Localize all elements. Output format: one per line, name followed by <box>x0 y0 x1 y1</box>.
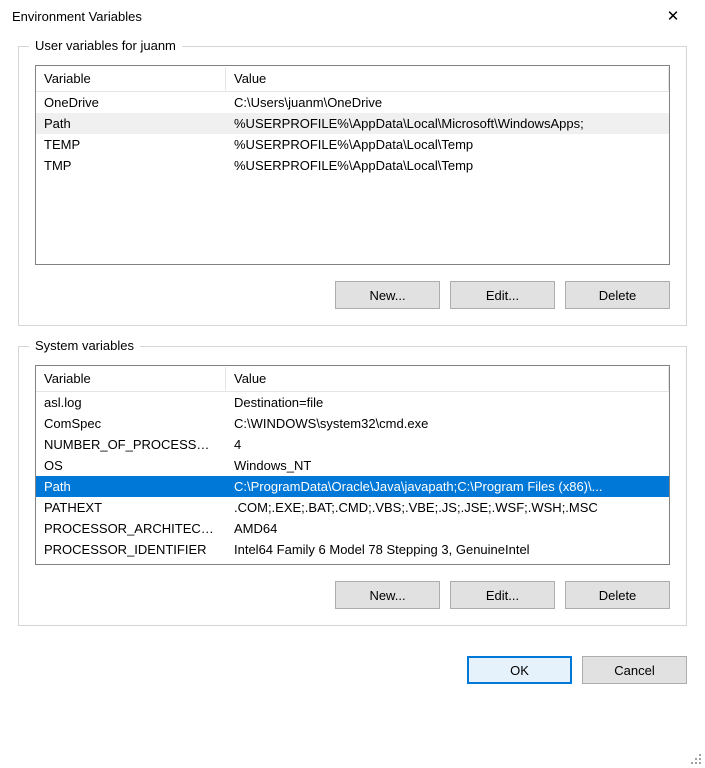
list-header: Variable Value <box>36 66 669 92</box>
column-header-value[interactable]: Value <box>226 67 669 90</box>
table-row[interactable]: NUMBER_OF_PROCESSORS4 <box>36 434 669 455</box>
column-header-variable[interactable]: Variable <box>36 367 226 390</box>
user-edit-button[interactable]: Edit... <box>450 281 555 309</box>
column-header-value[interactable]: Value <box>226 367 669 390</box>
user-variables-group: User variables for juanm Variable Value … <box>18 46 687 326</box>
table-row[interactable]: TMP%USERPROFILE%\AppData\Local\Temp <box>36 155 669 176</box>
list-header: Variable Value <box>36 366 669 392</box>
cell-value: .COM;.EXE;.BAT;.CMD;.VBS;.VBE;.JS;.JSE;.… <box>226 497 669 518</box>
cell-value: 4 <box>226 434 669 455</box>
table-row[interactable]: OSWindows_NT <box>36 455 669 476</box>
user-delete-button[interactable]: Delete <box>565 281 670 309</box>
cell-value: %USERPROFILE%\AppData\Local\Temp <box>226 134 669 155</box>
table-row[interactable]: PathC:\ProgramData\Oracle\Java\javapath;… <box>36 476 669 497</box>
cell-value: Destination=file <box>226 392 669 413</box>
user-new-button[interactable]: New... <box>335 281 440 309</box>
cell-variable: PROCESSOR_ARCHITECTU... <box>36 518 226 539</box>
cancel-button[interactable]: Cancel <box>582 656 687 684</box>
window-title: Environment Variables <box>12 9 651 24</box>
cell-value: C:\WINDOWS\system32\cmd.exe <box>226 413 669 434</box>
user-group-label: User variables for juanm <box>29 38 182 53</box>
cell-variable: OS <box>36 455 226 476</box>
cell-variable: OneDrive <box>36 92 226 113</box>
user-buttons-row: New... Edit... Delete <box>35 281 670 309</box>
table-row[interactable]: PROCESSOR_ARCHITECTU...AMD64 <box>36 518 669 539</box>
table-row[interactable]: ComSpecC:\WINDOWS\system32\cmd.exe <box>36 413 669 434</box>
table-row[interactable]: TEMP%USERPROFILE%\AppData\Local\Temp <box>36 134 669 155</box>
cell-value: Windows_NT <box>226 455 669 476</box>
system-delete-button[interactable]: Delete <box>565 581 670 609</box>
titlebar: Environment Variables ✕ <box>0 0 705 32</box>
cell-variable: TEMP <box>36 134 226 155</box>
ok-button[interactable]: OK <box>467 656 572 684</box>
cell-variable: PROCESSOR_IDENTIFIER <box>36 539 226 560</box>
cell-value: %USERPROFILE%\AppData\Local\Temp <box>226 155 669 176</box>
cell-variable: TMP <box>36 155 226 176</box>
system-new-button[interactable]: New... <box>335 581 440 609</box>
cell-variable: PATHEXT <box>36 497 226 518</box>
dialog-buttons-row: OK Cancel <box>0 656 705 698</box>
column-header-variable[interactable]: Variable <box>36 67 226 90</box>
dialog-content: User variables for juanm Variable Value … <box>0 32 705 656</box>
table-row[interactable]: PROCESSOR_IDENTIFIERIntel64 Family 6 Mod… <box>36 539 669 560</box>
cell-variable: ComSpec <box>36 413 226 434</box>
close-icon[interactable]: ✕ <box>651 7 695 25</box>
cell-value: Intel64 Family 6 Model 78 Stepping 3, Ge… <box>226 539 669 560</box>
table-row[interactable]: Path%USERPROFILE%\AppData\Local\Microsof… <box>36 113 669 134</box>
system-variables-list[interactable]: Variable Value asl.logDestination=fileCo… <box>35 365 670 565</box>
cell-value: C:\ProgramData\Oracle\Java\javapath;C:\P… <box>226 476 669 497</box>
table-row[interactable]: OneDriveC:\Users\juanm\OneDrive <box>36 92 669 113</box>
system-variables-group: System variables Variable Value asl.logD… <box>18 346 687 626</box>
cell-value: %USERPROFILE%\AppData\Local\Microsoft\Wi… <box>226 113 669 134</box>
system-edit-button[interactable]: Edit... <box>450 581 555 609</box>
cell-variable: asl.log <box>36 392 226 413</box>
table-row[interactable]: PATHEXT.COM;.EXE;.BAT;.CMD;.VBS;.VBE;.JS… <box>36 497 669 518</box>
table-row[interactable]: asl.logDestination=file <box>36 392 669 413</box>
cell-value: C:\Users\juanm\OneDrive <box>226 92 669 113</box>
system-buttons-row: New... Edit... Delete <box>35 581 670 609</box>
cell-variable: Path <box>36 476 226 497</box>
cell-value: AMD64 <box>226 518 669 539</box>
resize-grip-icon[interactable] <box>689 752 703 766</box>
system-group-label: System variables <box>29 338 140 353</box>
user-variables-list[interactable]: Variable Value OneDriveC:\Users\juanm\On… <box>35 65 670 265</box>
cell-variable: NUMBER_OF_PROCESSORS <box>36 434 226 455</box>
cell-variable: Path <box>36 113 226 134</box>
